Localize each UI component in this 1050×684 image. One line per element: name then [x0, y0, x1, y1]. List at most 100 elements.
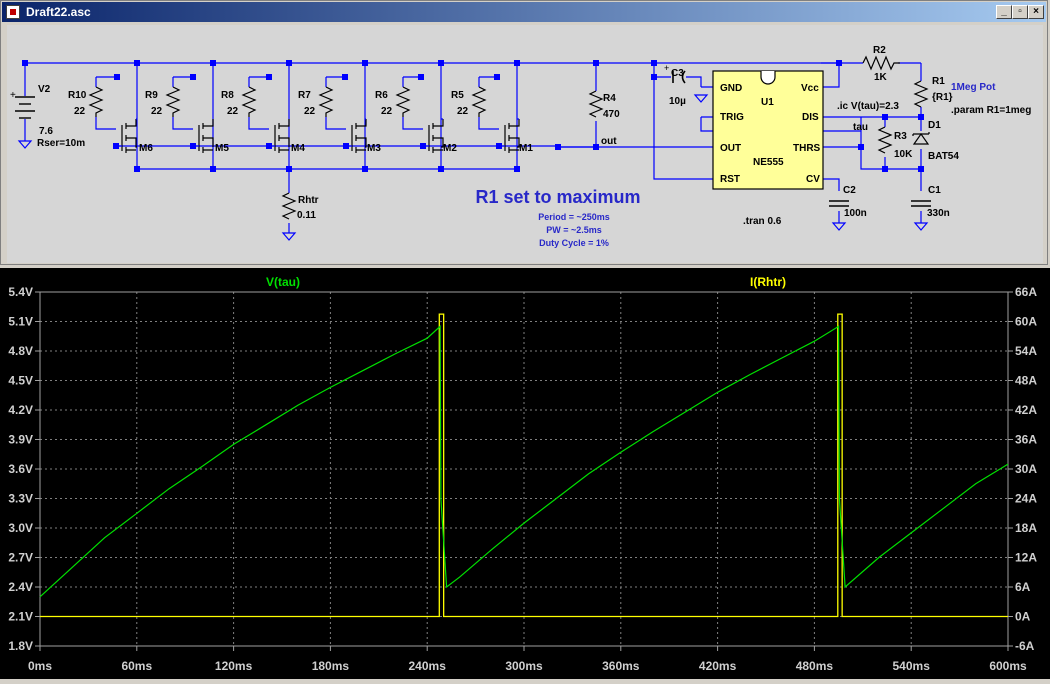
v2-rser: Rser=10m — [37, 138, 85, 149]
junction-dot — [651, 60, 657, 66]
c1-value: 330n — [927, 208, 950, 219]
fet-stage: R8 22 M4 — [221, 63, 305, 169]
junction-dot — [134, 60, 140, 66]
y-tick-label-left: 4.8V — [8, 344, 33, 358]
y-tick-label-left: 5.4V — [8, 285, 33, 299]
fet-stage: R10 22 M6 — [68, 63, 153, 169]
junction-dot — [418, 74, 424, 80]
ground-icon — [281, 232, 297, 241]
pin-gnd: GND — [720, 83, 742, 94]
gate-resistor-value: 22 — [227, 106, 239, 117]
x-tick-label: 480ms — [796, 659, 834, 673]
junction-dot — [362, 166, 368, 172]
fet-stages: R10 22 M6 R9 22 M5 R8 22 M4 R7 22 M3 R6 22 M2 R5 22 M1 — [68, 63, 533, 169]
junction-dot — [438, 60, 444, 66]
schematic-drawing: R1022M6R922M5R822M4R722M3R622M2R522M1 + … — [10, 45, 1031, 248]
junction-dot — [190, 143, 196, 149]
junction-dot — [918, 114, 924, 120]
junction-dot — [593, 144, 599, 150]
battery-v2 — [15, 96, 35, 119]
junction-dot — [555, 144, 561, 150]
annotation-headline: R1 set to maximum — [475, 187, 640, 207]
gate-resistor-name: R10 — [68, 90, 87, 101]
gate-resistor-value: 22 — [74, 106, 86, 117]
pot-label: 1Meg Pot — [951, 82, 996, 93]
y-tick-label-left: 3.6V — [8, 462, 33, 476]
junction-dot — [286, 166, 292, 172]
y-tick-label-right: 60A — [1015, 315, 1037, 329]
mosfet-symbol — [274, 119, 290, 153]
junction-dot — [114, 74, 120, 80]
gate-resistor-name: R7 — [298, 90, 311, 101]
plot-traces — [39, 313, 1009, 618]
junction-dot — [514, 60, 520, 66]
ground-icon — [693, 94, 709, 103]
plot-ticks: 5.4V 66A 5.1V 60A 4.8V 54A 4.5V 48A 4.2V 42A 3.9V 3… — [8, 285, 1037, 673]
minimize-button[interactable]: _ — [996, 5, 1012, 19]
y-tick-label-left: 4.5V — [8, 374, 33, 388]
r3-name: R3 — [894, 131, 907, 142]
x-tick-label: 240ms — [409, 659, 447, 673]
y-tick-label-right: 0A — [1015, 610, 1031, 624]
junction-dot — [362, 60, 368, 66]
y-tick-label-right: 48A — [1015, 374, 1037, 388]
mosfet-symbol — [198, 119, 214, 153]
out-net-label: out — [601, 136, 617, 147]
ground-icon — [831, 222, 847, 231]
junction-dot — [494, 74, 500, 80]
junction-dot — [266, 143, 272, 149]
y-tick-label-left: 3.3V — [8, 492, 33, 506]
pin-out: OUT — [720, 143, 741, 154]
gate-resistor — [471, 86, 487, 117]
y-tick-label-right: -6A — [1015, 639, 1035, 653]
gate-resistor-value: 22 — [381, 106, 393, 117]
gate-resistor-value: 22 — [304, 106, 316, 117]
junction-dot — [286, 60, 292, 66]
junction-dot — [210, 166, 216, 172]
y-tick-label-left: 3.0V — [8, 521, 33, 535]
fet-stage: R7 22 M3 — [298, 63, 381, 169]
gate-resistor-name: R9 — [145, 90, 158, 101]
junction-dot — [420, 143, 426, 149]
waveform-plot: 5.4V 66A 5.1V 60A 4.8V 54A 4.5V 48A 4.2V 42A 3.9V 3… — [8, 275, 1037, 673]
mosfet-name: M1 — [519, 143, 533, 154]
mosfet-name: M6 — [139, 143, 153, 154]
v2-value: 7.6 — [39, 126, 53, 137]
y-tick-label-left: 5.1V — [8, 315, 33, 329]
mosfet-name: M5 — [215, 143, 229, 154]
param-directive: .param R1=1meg — [951, 105, 1031, 116]
r1-resistor — [913, 80, 929, 108]
d1-diode — [912, 132, 930, 145]
r1-value: {R1} — [932, 92, 953, 103]
x-tick-label: 600ms — [989, 659, 1027, 673]
pin-trig: TRIG — [720, 112, 744, 123]
junction-dot — [651, 74, 657, 80]
x-tick-label: 0ms — [28, 659, 52, 673]
c2-name: C2 — [843, 185, 856, 196]
r3-value: 10K — [894, 149, 913, 160]
gate-resistor-name: R8 — [221, 90, 234, 101]
schematic-canvas[interactable]: R10 22 M6 R9 22 M5 R8 22 M4 R7 22 M3 R6 22 M2 R5 22 M1 + … — [7, 25, 1043, 263]
close-button[interactable]: × — [1028, 5, 1044, 19]
c2-value: 100n — [844, 208, 867, 219]
r2-value: 1K — [874, 72, 888, 83]
trace-label-i-rhtr[interactable]: I(Rhtr) — [750, 275, 786, 289]
gate-resistor — [241, 86, 257, 117]
junction-dot — [882, 166, 888, 172]
pin-cv: CV — [806, 174, 820, 185]
r4-name: R4 — [603, 93, 616, 104]
gate-resistor — [88, 86, 104, 117]
trace-label-v-tau[interactable]: V(tau) — [266, 275, 300, 289]
gate-resistor — [165, 86, 181, 117]
y-tick-label-right: 18A — [1015, 521, 1037, 535]
junction-dot — [134, 166, 140, 172]
r1-name: R1 — [932, 76, 945, 87]
window-titlebar[interactable]: Draft22.asc _ ▫ × — [2, 2, 1046, 22]
x-tick-label: 60ms — [121, 659, 152, 673]
y-tick-label-right: 30A — [1015, 462, 1037, 476]
restore-button[interactable]: ▫ — [1012, 5, 1028, 19]
waveform-viewer[interactable]: 5.4V 66A 5.1V 60A 4.8V 54A 4.5V 48A 4.2V 42A 3.9V 3… — [0, 268, 1050, 679]
junction-dot — [858, 144, 864, 150]
v2-name: V2 — [38, 84, 51, 95]
annotation-pulse-width: PW = ~2.5ms — [546, 225, 602, 235]
